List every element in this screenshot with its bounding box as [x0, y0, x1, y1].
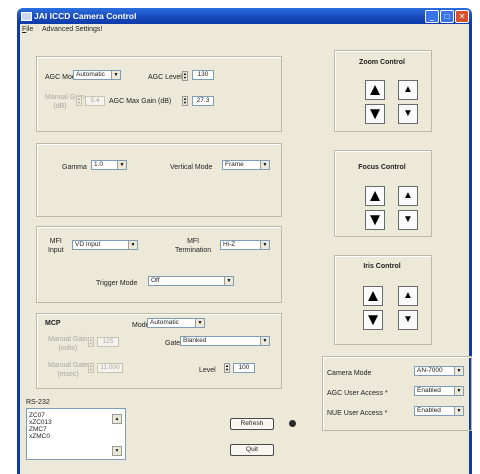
refresh-button[interactable]: Refresh: [230, 418, 274, 430]
menu-file[interactable]: File: [22, 25, 33, 35]
gate-label: Gate: [165, 340, 181, 347]
rs232-label: RS-232: [26, 399, 50, 406]
manual-volts-field[interactable]: 125: [97, 337, 119, 347]
agc-user-access-select[interactable]: Enabled ▼: [414, 386, 464, 396]
chevron-down-icon: ▼: [454, 367, 463, 375]
title-bar[interactable]: JAI ICCD Camera Control _ □ ✕: [17, 8, 472, 24]
camera-mode-label: Camera Mode: [327, 370, 372, 377]
manual-gate-field[interactable]: 11.000: [97, 363, 123, 373]
manual-gain-field[interactable]: 5.4: [85, 96, 105, 106]
scroll-down-icon[interactable]: ▼: [112, 446, 122, 456]
agc-max-gain-field[interactable]: 27.3: [192, 96, 214, 106]
agc-level-field[interactable]: 130: [192, 70, 214, 80]
menu-advanced-settings[interactable]: Advanced Settings!: [42, 25, 102, 35]
mcp-level-spinner[interactable]: ▲ ▼: [224, 363, 230, 373]
mfi-termination-label: MFI Termination: [175, 238, 212, 254]
mfi-input-label: MFI Input: [48, 238, 64, 254]
list-item: ZC07: [29, 412, 45, 419]
zoom-control-title: Zoom Control: [359, 59, 405, 66]
chevron-down-icon: ▼: [260, 161, 269, 169]
manual-gain-spinner[interactable]: ▲ ▼: [76, 96, 82, 106]
focus-far-fast-button[interactable]: ▲: [365, 186, 385, 206]
close-icon[interactable]: ✕: [455, 10, 469, 23]
minimize-icon[interactable]: _: [425, 10, 439, 23]
agc-user-access-label: AGC User Access *: [327, 390, 388, 397]
list-item: ZMC7: [29, 426, 47, 433]
trigger-mode-label: Trigger Mode: [96, 280, 138, 287]
focus-control-title: Focus Control: [358, 164, 406, 171]
zoom-in-slow-button[interactable]: ▲: [398, 80, 418, 100]
vertical-mode-label: Vertical Mode: [170, 164, 213, 171]
iris-close-slow-button[interactable]: ▼: [398, 310, 418, 330]
nue-user-access-select[interactable]: Enabled ▼: [414, 406, 464, 416]
trigger-mode-select[interactable]: Off ▼: [148, 276, 234, 286]
agc-level-label: AGC Level: [148, 74, 182, 81]
manual-gate-time-label: Manual Gate (msec): [48, 362, 89, 378]
manual-volts-spinner[interactable]: ▲ ▼: [88, 337, 94, 347]
agc-max-gain-label: AGC Max Gain (dB): [109, 98, 172, 105]
agc-level-spinner[interactable]: ▲ ▼: [182, 71, 188, 81]
mcp-title: MCP: [45, 320, 61, 327]
gamma-label: Gamma: [62, 164, 87, 171]
mcp-level-field[interactable]: 100: [233, 363, 255, 373]
menu-bar: File Advanced Settings!: [20, 24, 469, 36]
quit-button[interactable]: Quit: [230, 444, 274, 456]
trigger-group: [36, 226, 282, 303]
manual-gain-label: Manual Gain (dB): [45, 94, 85, 110]
window-title: JAI ICCD Camera Control: [34, 11, 137, 21]
gamma-group: [36, 143, 282, 217]
agc-max-gain-spinner[interactable]: ▲ ▼: [182, 96, 188, 106]
mcp-mode-select[interactable]: Automatic ▼: [147, 318, 205, 328]
camera-mode-select[interactable]: AN-7000 ▼: [414, 366, 464, 376]
chevron-down-icon: ▼: [128, 241, 137, 249]
agc-mode-select[interactable]: Automatic ▼: [73, 70, 121, 80]
gamma-select[interactable]: 1.0 ▼: [91, 160, 127, 170]
iris-open-slow-button[interactable]: ▲: [398, 286, 418, 306]
mfi-termination-select[interactable]: Hi-Z ▼: [220, 240, 270, 250]
iris-open-fast-button[interactable]: ▲: [363, 286, 383, 306]
zoom-out-fast-button[interactable]: ▼: [365, 104, 385, 124]
zoom-out-slow-button[interactable]: ▼: [398, 104, 418, 124]
maximize-icon[interactable]: □: [440, 10, 454, 23]
nue-user-access-label: NUE User Access *: [327, 410, 388, 417]
chevron-down-icon: ▼: [260, 337, 269, 345]
status-led: [289, 420, 296, 427]
chevron-down-icon: ▼: [454, 387, 463, 395]
rs232-log[interactable]: ZC07 xZC013 ZMC7 xZMC0: [26, 408, 126, 460]
scroll-up-icon[interactable]: ▲: [112, 414, 122, 424]
mfi-input-select[interactable]: VD Input ▼: [72, 240, 138, 250]
list-item: xZC013: [29, 419, 52, 426]
chevron-down-icon: ▼: [111, 71, 120, 79]
gate-select[interactable]: Blanked ▼: [180, 336, 270, 346]
app-icon: [21, 12, 32, 21]
chevron-down-icon: ▼: [195, 319, 204, 327]
iris-close-fast-button[interactable]: ▼: [363, 310, 383, 330]
manual-gate-spinner[interactable]: ▲ ▼: [88, 363, 94, 373]
chevron-down-icon: ▼: [224, 277, 233, 285]
focus-far-slow-button[interactable]: ▲: [398, 186, 418, 206]
chevron-down-icon: ▼: [117, 161, 126, 169]
zoom-in-fast-button[interactable]: ▲: [365, 80, 385, 100]
chevron-down-icon: ▼: [260, 241, 269, 249]
manual-volts-label: Manual Gain (volts): [48, 336, 88, 352]
focus-near-slow-button[interactable]: ▼: [398, 210, 418, 230]
mcp-level-label: Level: [199, 367, 216, 374]
list-item: xZMC0: [29, 433, 50, 440]
iris-control-title: Iris Control: [363, 263, 401, 270]
vertical-mode-select[interactable]: Frame ▼: [222, 160, 270, 170]
focus-near-fast-button[interactable]: ▼: [365, 210, 385, 230]
chevron-down-icon: ▼: [454, 407, 463, 415]
